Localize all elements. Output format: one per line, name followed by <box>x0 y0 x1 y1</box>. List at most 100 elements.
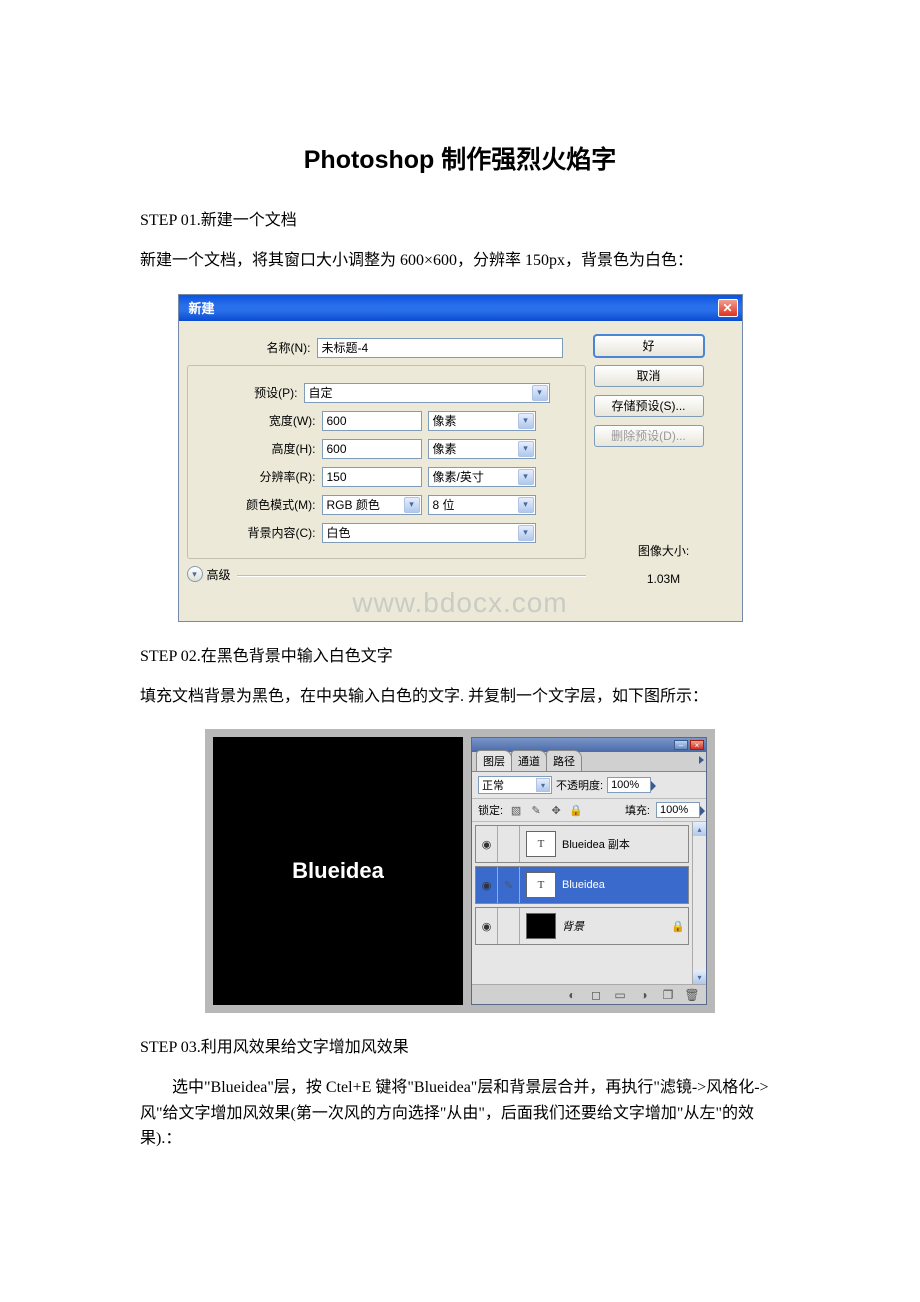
new-layer-icon[interactable]: ❐ <box>660 988 676 1002</box>
advanced-toggle[interactable]: ▾ 高级 <box>187 566 237 583</box>
ok-button[interactable]: 好 <box>594 335 704 357</box>
image-size-value: 1.03M <box>594 565 734 594</box>
fill-value: 100% <box>660 804 688 816</box>
layer-thumb-text-icon: T <box>526 872 556 898</box>
image-size-info: 图像大小: 1.03M <box>594 537 734 595</box>
cancel-button[interactable]: 取消 <box>594 365 704 387</box>
step1-desc: 新建一个文档，将其窗口大小调整为 600×600，分辨率 150px，背景色为白… <box>140 248 780 274</box>
name-label: 名称(N): <box>187 339 317 356</box>
minimize-icon[interactable]: – <box>674 740 688 750</box>
lock-position-icon[interactable]: ✥ <box>549 803 563 817</box>
new-document-dialog: 新建 ✕ 名称(N): 预设(P): 自定 ▾ <box>178 294 743 622</box>
resolution-unit-select[interactable]: 像素/英寸 ▾ <box>428 467 536 487</box>
depth-value: 8 位 <box>433 496 455 513</box>
layer-name[interactable]: 背景 <box>562 918 668 934</box>
step3-heading: STEP 03.利用风效果给文字增加风效果 <box>140 1033 780 1057</box>
layer-mask-icon[interactable]: ◻ <box>588 988 604 1002</box>
bg-content-select[interactable]: 白色 ▾ <box>322 523 536 543</box>
preset-select[interactable]: 自定 ▾ <box>304 383 550 403</box>
height-unit-value: 像素 <box>433 440 457 457</box>
save-preset-button[interactable]: 存储预设(S)... <box>594 395 704 417</box>
color-mode-select[interactable]: RGB 颜色 ▾ <box>322 495 422 515</box>
close-button[interactable]: ✕ <box>718 299 738 317</box>
chevron-down-icon: ▾ <box>518 469 534 485</box>
layer-name[interactable]: Blueidea 副本 <box>562 836 688 852</box>
tab-paths[interactable]: 路径 <box>546 750 582 771</box>
step3-desc: 选中"Blueidea"层，按 Ctel+E 键将"Blueidea"层和背景层… <box>140 1075 780 1152</box>
width-unit-value: 像素 <box>433 412 457 429</box>
blend-mode-select[interactable]: 正常 ▾ <box>478 776 552 794</box>
step1-heading: STEP 01.新建一个文档 <box>140 206 780 230</box>
new-folder-icon[interactable]: ▭ <box>612 988 628 1002</box>
layer-thumb-bg <box>526 913 556 939</box>
brush-icon[interactable]: ✎ <box>498 867 520 903</box>
triangle-icon <box>700 806 705 816</box>
layer-row[interactable]: ◉ T Blueidea 副本 <box>475 825 689 863</box>
opacity-value: 100% <box>611 779 639 791</box>
fill-label: 填充: <box>625 802 650 818</box>
preset-value: 自定 <box>309 384 333 401</box>
visibility-eye-icon[interactable]: ◉ <box>476 908 498 944</box>
fill-input[interactable]: 100% <box>656 802 700 818</box>
tab-layers[interactable]: 图层 <box>476 750 512 771</box>
opacity-input[interactable]: 100% <box>607 777 651 793</box>
res-unit-value: 像素/英寸 <box>433 468 484 485</box>
adjustment-layer-icon[interactable]: ◑ <box>636 988 652 1002</box>
trash-icon[interactable]: 🗑 <box>684 988 700 1002</box>
palette-menu-icon[interactable] <box>699 756 704 764</box>
visibility-eye-icon[interactable]: ◉ <box>476 867 498 903</box>
step2-desc: 填充文档背景为黑色，在中央输入白色的文字. 并复制一个文字层，如下图所示： <box>140 684 780 710</box>
chevron-down-icon: ▾ <box>536 778 550 792</box>
chevron-down-icon: ▾ <box>404 497 420 513</box>
link-col[interactable] <box>498 908 520 944</box>
opacity-label: 不透明度: <box>556 777 603 793</box>
name-input[interactable] <box>317 338 563 358</box>
palette-footer: ◐ ◻ ▭ ◑ ❐ 🗑 <box>472 984 706 1004</box>
delete-preset-button: 删除预设(D)... <box>594 425 704 447</box>
dialog-title: 新建 <box>189 298 215 317</box>
layer-name[interactable]: Blueidea <box>562 879 688 891</box>
resolution-input[interactable] <box>322 467 422 487</box>
layer-row[interactable]: ◉ ✎ T Blueidea <box>475 866 689 904</box>
lock-pixels-icon[interactable]: ✎ <box>529 803 543 817</box>
width-label: 宽度(W): <box>192 412 322 429</box>
link-col[interactable] <box>498 826 520 862</box>
figure-canvas-and-layers: Blueidea – × 图层 通道 路径 正常 ▾ 不透明度: 100% <box>205 729 715 1013</box>
canvas-text: Blueidea <box>292 858 384 884</box>
dialog-titlebar: 新建 ✕ <box>179 295 742 321</box>
triangle-icon <box>651 781 656 791</box>
scroll-down-icon[interactable]: ▾ <box>693 970 706 984</box>
visibility-eye-icon[interactable]: ◉ <box>476 826 498 862</box>
layer-thumb-text-icon: T <box>526 831 556 857</box>
height-label: 高度(H): <box>192 440 322 457</box>
advanced-label: 高级 <box>207 566 231 583</box>
chevron-down-icon: ▾ <box>532 385 548 401</box>
color-mode-label: 颜色模式(M): <box>192 496 322 513</box>
chevron-down-icon: ▾ <box>518 497 534 513</box>
height-input[interactable] <box>322 439 422 459</box>
width-unit-select[interactable]: 像素 ▾ <box>428 411 536 431</box>
document-canvas: Blueidea <box>213 737 463 1005</box>
lock-all-icon[interactable]: 🔒 <box>569 803 583 817</box>
resolution-label: 分辨率(R): <box>192 468 322 485</box>
chevron-down-icon: ▾ <box>518 441 534 457</box>
width-input[interactable] <box>322 411 422 431</box>
height-unit-select[interactable]: 像素 ▾ <box>428 439 536 459</box>
close-icon[interactable]: × <box>690 740 704 750</box>
bg-content-label: 背景内容(C): <box>192 524 322 541</box>
tab-channels[interactable]: 通道 <box>511 750 547 771</box>
blend-mode-value: 正常 <box>482 777 504 793</box>
lock-label: 锁定: <box>478 802 503 818</box>
scroll-up-icon[interactable]: ▴ <box>693 822 706 836</box>
layer-row[interactable]: ◉ 背景 🔒 <box>475 907 689 945</box>
bit-depth-select[interactable]: 8 位 ▾ <box>428 495 536 515</box>
layer-list: ◉ T Blueidea 副本 ◉ ✎ T Blueidea ◉ <box>472 822 692 984</box>
chevron-down-icon: ▾ <box>187 566 203 582</box>
chevron-down-icon: ▾ <box>518 413 534 429</box>
image-size-caption: 图像大小: <box>594 537 734 566</box>
lock-transparency-icon[interactable]: ▧ <box>509 803 523 817</box>
page-title: Photoshop 制作强烈火焰字 <box>140 140 780 176</box>
scrollbar[interactable]: ▴ ▾ <box>692 822 706 984</box>
layer-style-icon[interactable]: ◐ <box>564 988 580 1002</box>
layers-palette: – × 图层 通道 路径 正常 ▾ 不透明度: 100% 锁定: ▧ ✎ <box>471 737 707 1005</box>
